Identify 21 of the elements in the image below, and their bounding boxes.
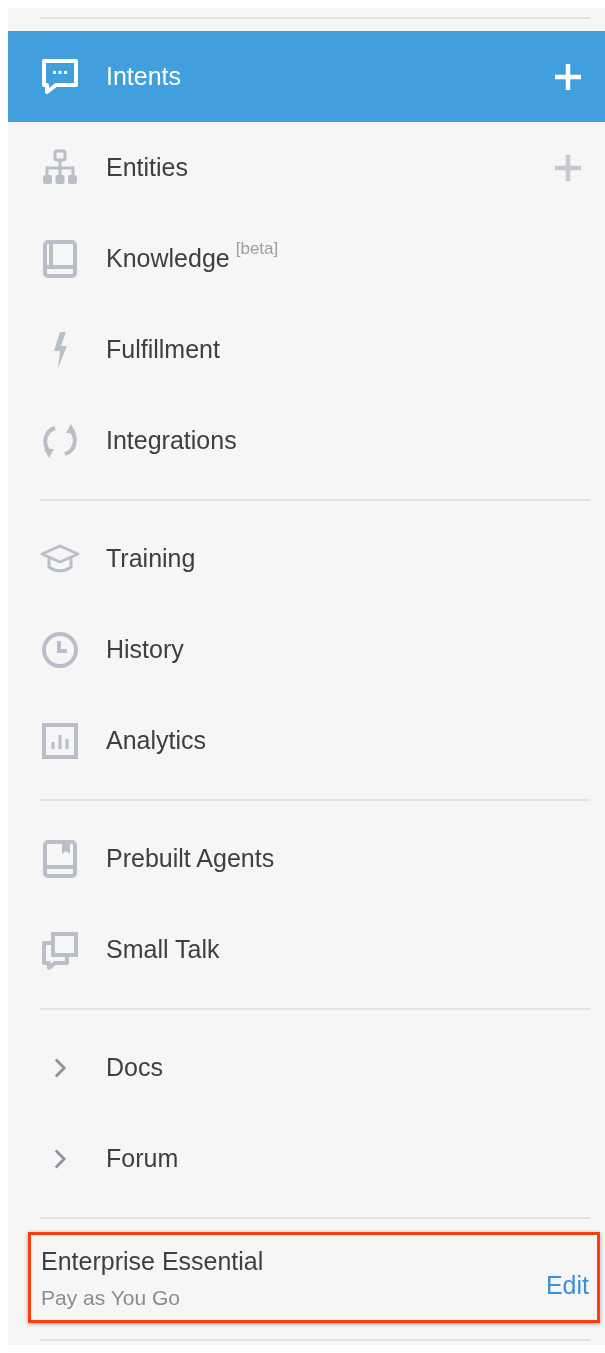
clock-icon xyxy=(40,629,80,670)
sidebar-item[interactable]: Knowledge [beta] xyxy=(8,213,605,304)
add-icon[interactable] xyxy=(553,152,583,183)
sidebar-item[interactable]: Docs xyxy=(8,1022,605,1113)
sidebar-item[interactable]: Entities xyxy=(8,122,605,213)
overlapping-squares-icon xyxy=(40,929,80,970)
sidebar-item[interactable]: Integrations xyxy=(8,395,605,486)
sidebar-item[interactable]: Training xyxy=(8,513,605,604)
beta-label: [beta] xyxy=(235,239,279,259)
sidebar-item[interactable]: Prebuilt Agents xyxy=(8,813,605,904)
plan-name: Enterprise Essential xyxy=(41,1247,265,1276)
book-icon xyxy=(40,238,80,279)
chat-bubble-icon xyxy=(40,56,80,97)
sidebar-item[interactable]: Analytics xyxy=(8,695,605,786)
bar-chart-icon xyxy=(40,720,80,761)
sidebar-item[interactable]: Fulfillment xyxy=(8,304,605,395)
sidebar-item[interactable]: History xyxy=(8,604,605,695)
sidebar-item[interactable]: Small Talk xyxy=(8,904,605,995)
billing-type: Pay as You Go xyxy=(41,1286,181,1310)
sidebar-item[interactable]: Forum xyxy=(8,1113,605,1204)
bookmarked-book-icon xyxy=(40,838,80,879)
